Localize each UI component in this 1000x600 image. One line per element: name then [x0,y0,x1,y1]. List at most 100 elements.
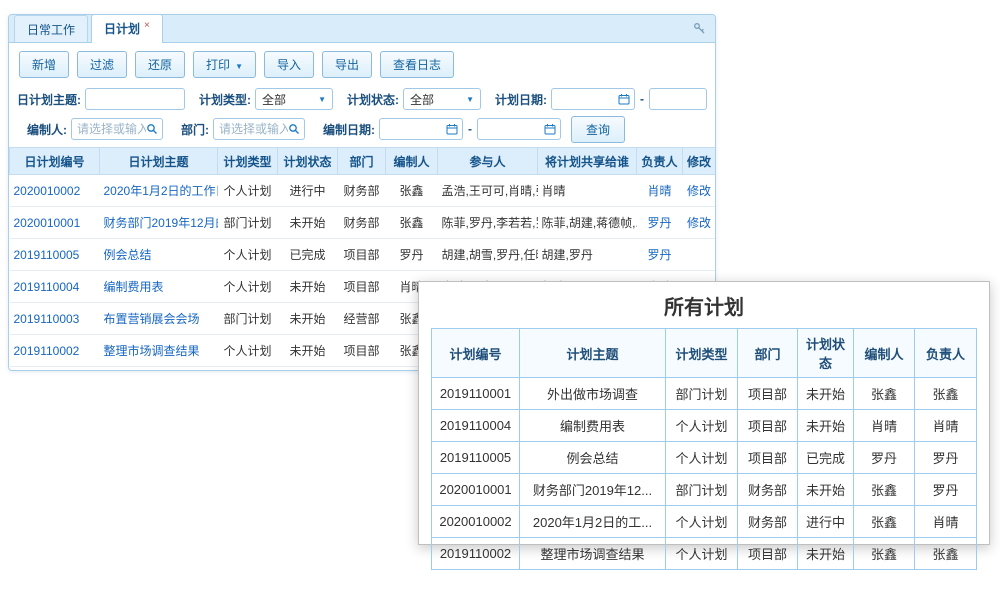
plan-id-link[interactable]: 2019110002 [10,335,100,367]
column-header[interactable]: 日计划编号 [10,148,100,175]
toolbar-button[interactable]: 打印▼ [193,51,256,78]
plan-id-link[interactable]: 2019110003 [10,303,100,335]
button-label: 查看日志 [393,58,441,72]
query-button[interactable]: 查询 [571,116,625,143]
filter-row-1: 日计划主题: 计划类型: 全部 ▼ 计划状态: 全部 ▼ 计划日期: - [9,84,715,114]
plan-dept-cell: 项目部 [738,378,798,410]
tab-daily-plan[interactable]: 日计划× [91,14,163,43]
dept-text-input[interactable] [219,122,288,136]
date-input[interactable] [655,92,702,106]
modify-link[interactable]: 修改 [683,207,716,239]
plan-creator-cell: 肖晴 [854,410,915,442]
plan-type-cell: 部门计划 [218,303,278,335]
plan-id-link[interactable]: 2020010002 [10,175,100,207]
key-icon[interactable] [693,22,706,35]
table-row[interactable]: 2019110005 例会总结 个人计划 已完成 项目部 罗丹 胡建,胡雪,罗丹… [10,239,716,271]
plan-id-cell: 2019110001 [432,378,520,410]
column-header[interactable]: 编制人 [386,148,438,175]
calendar-icon[interactable] [446,123,458,135]
plan-status-cell: 未开始 [278,271,338,303]
plan-status-cell: 未开始 [798,410,854,442]
toolbar-button[interactable]: 导出 [322,51,372,78]
date-input[interactable] [557,92,618,106]
creator-input[interactable] [71,118,163,140]
table-row[interactable]: 2020010002 2020年1月2日的工作日... 个人计划 进行中 财务部… [10,175,716,207]
plan-subject-cell: 2020年1月2日的工... [520,506,666,538]
plan-status-select[interactable]: 全部 ▼ [403,88,481,110]
plan-subject-link[interactable]: 布置营销展会会场 [100,303,218,335]
tab-daily-work[interactable]: 日常工作 [14,15,88,42]
plan-subject-link[interactable]: 编制费用表 [100,271,218,303]
search-icon[interactable] [288,123,300,135]
column-header[interactable]: 参与人 [438,148,538,175]
plan-owner-cell: 张鑫 [915,538,977,570]
button-label: 过滤 [90,58,114,72]
plan-dept-cell: 项目部 [338,367,386,372]
column-header[interactable]: 将计划共享给谁 [538,148,637,175]
plan-id-link[interactable]: 2020010001 [10,207,100,239]
plan-id-link[interactable]: 2019110004 [10,271,100,303]
calendar-icon[interactable] [618,93,630,105]
plan-id-cell: 2019110005 [432,442,520,474]
all-plans-title: 所有计划 [419,291,989,320]
chevron-down-icon: ▼ [466,95,474,104]
toolbar-button[interactable]: 导入 [264,51,314,78]
plan-owner-link[interactable]: 罗丹 [637,207,683,239]
column-header[interactable]: 负责人 [637,148,683,175]
creator-text-input[interactable] [77,122,146,136]
column-header[interactable]: 部门 [338,148,386,175]
table-header-row: 日计划编号日计划主题计划类型计划状态部门编制人参与人将计划共享给谁负责人修改 [10,148,716,175]
plan-date-start-input[interactable] [551,88,635,110]
plan-id-link[interactable]: 2019110005 [10,239,100,271]
table-header-row: 计划编号计划主题计划类型部门计划状态编制人负责人 [432,329,977,378]
plan-participants-cell: 胡建,胡雪,罗丹,任晓... [438,239,538,271]
column-header[interactable]: 计划状态 [278,148,338,175]
plan-status-cell: 进行中 [278,175,338,207]
filter-row-2: 编制人: 部门: 编制日期: - 查询 [9,114,715,144]
plan-creator-cell: 张鑫 [386,207,438,239]
subject-filter-input[interactable] [85,88,185,110]
column-header: 编制人 [854,329,915,378]
column-header[interactable]: 日计划主题 [100,148,218,175]
close-tab-icon[interactable]: × [144,20,150,31]
column-header[interactable]: 修改 [683,148,716,175]
search-icon[interactable] [146,123,158,135]
plan-owner-link[interactable]: 肖晴 [637,175,683,207]
plan-subject-link[interactable]: 例会总结 [100,239,218,271]
plan-creator-cell: 罗丹 [386,239,438,271]
plan-owner-link[interactable]: 罗丹 [637,239,683,271]
plan-share-cell: 陈菲,胡建,蒋德帧,... [538,207,637,239]
button-label: 导入 [277,58,301,72]
plan-subject-link[interactable]: 2020年1月2日的工作日... [100,175,218,207]
plan-id-cell: 2019110004 [432,410,520,442]
plan-subject-link[interactable]: 财务部门2019年12月的... [100,207,218,239]
toolbar-button[interactable]: 新增 [19,51,69,78]
table-row: 2019110001 外出做市场调查 部门计划 项目部 未开始 张鑫 张鑫 [432,378,977,410]
plan-subject-cell: 外出做市场调查 [520,378,666,410]
compile-date-start-input[interactable] [379,118,463,140]
toolbar-button[interactable]: 还原 [135,51,185,78]
plan-subject-link[interactable]: 外出做市场调查 [100,367,218,372]
dept-input[interactable] [213,118,305,140]
calendar-icon[interactable] [544,123,556,135]
compile-date-end-input[interactable] [477,118,561,140]
plan-id-link[interactable]: 2019110001 [10,367,100,372]
plan-type-select[interactable]: 全部 ▼ [255,88,333,110]
plan-type-cell: 部门计划 [218,367,278,372]
modify-link[interactable]: 修改 [683,175,716,207]
toolbar-button[interactable]: 查看日志 [380,51,454,78]
table-row[interactable]: 2020010001 财务部门2019年12月的... 部门计划 未开始 财务部… [10,207,716,239]
column-header[interactable]: 计划类型 [218,148,278,175]
toolbar-button[interactable]: 过滤 [77,51,127,78]
plan-subject-cell: 财务部门2019年12... [520,474,666,506]
plan-date-end-input[interactable] [649,88,707,110]
plan-participants-cell: 孟浩,王可可,肖晴,张鑫 [438,175,538,207]
date-input[interactable] [385,122,446,136]
modify-link[interactable] [683,239,716,271]
date-input[interactable] [483,122,544,136]
plan-date-filter-label: 计划日期: [495,91,547,108]
toolbar: 新增 过滤 还原 打印▼ 导入 导出 查看日志 [9,43,715,84]
plan-subject-link[interactable]: 整理市场调查结果 [100,335,218,367]
plan-share-cell: 肖晴 [538,175,637,207]
plan-creator-cell: 张鑫 [854,506,915,538]
